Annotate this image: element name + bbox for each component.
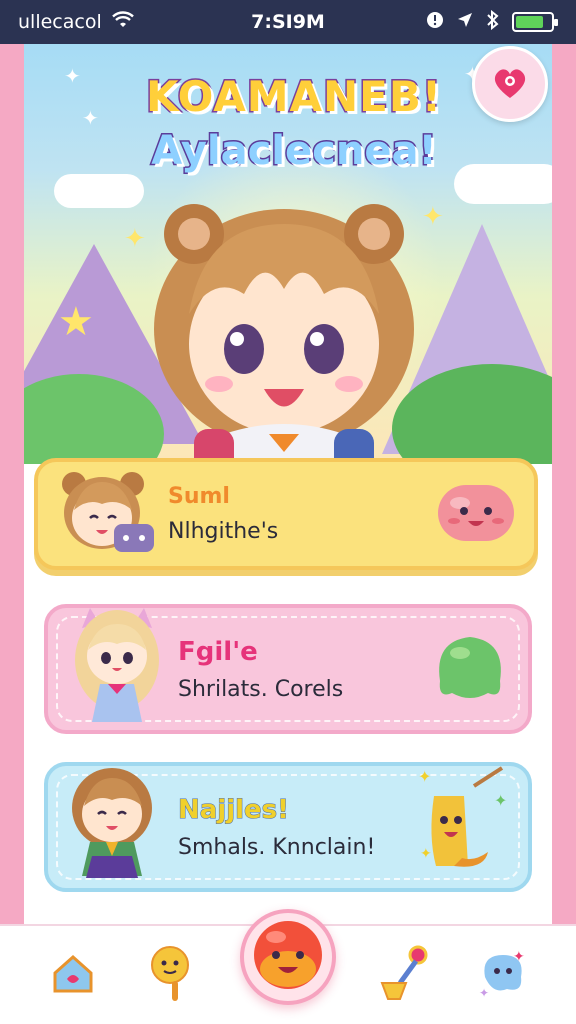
bluetooth-icon (486, 9, 500, 35)
sparkle-icon: ✦ (64, 64, 81, 88)
card-subtitle: Nlhgithe's (168, 519, 279, 544)
status-bar: ullecacol 7:SI9M (0, 0, 576, 44)
carrier-label: ullecacol (18, 11, 102, 33)
tab-treats[interactable] (142, 946, 198, 1003)
card-text: Fgil'e Shrilats. Corels (178, 637, 343, 702)
tab-magic[interactable] (378, 945, 434, 1003)
tab-friends[interactable]: ✦ ✦ (475, 947, 531, 1003)
star-icon: ★ (58, 299, 94, 345)
blonde-cat-girl-avatar (62, 600, 172, 730)
battery-fill (516, 16, 544, 28)
banana-mascot-icon: ✦ ✦ ✦ (414, 766, 510, 880)
location-icon (456, 11, 474, 34)
character-card[interactable]: Fgil'e Shrilats. Corels (44, 604, 532, 734)
svg-text:✦: ✦ (513, 949, 525, 965)
card-subtitle: Shrilats. Corels (178, 676, 344, 702)
home-icon (51, 951, 95, 999)
lollipop-icon (146, 943, 194, 1007)
card-name: Suml (168, 484, 230, 509)
magic-wand-icon (378, 943, 434, 1007)
brown-hair-girl-avatar (52, 458, 162, 568)
winking-girl-avatar (62, 756, 172, 886)
tab-bar: ✦ ✦ (0, 909, 576, 1024)
status-right (426, 9, 558, 35)
card-text: Najjles! Smhals. Knnclain! (177, 794, 376, 860)
card-name: Najjles! (177, 794, 290, 825)
app-title: KOAMANEB! (144, 71, 443, 123)
green-blob-icon (430, 631, 510, 707)
card-text: Suml Nlhgithe's (168, 484, 278, 544)
battery-icon (512, 12, 558, 32)
cloud-left (54, 174, 144, 208)
alarm-icon (426, 11, 444, 34)
svg-text:✦: ✦ (494, 791, 507, 810)
app-screen: ✦ ✦ ✦ ✦ ✦ ★ KOAMANEB! Aylaclecnea! (24, 44, 552, 924)
favorite-button[interactable] (472, 46, 548, 122)
svg-text:✦: ✦ (420, 846, 432, 862)
pink-blob-icon (436, 481, 516, 547)
card-subtitle: Smhals. Knnclain! (178, 834, 376, 860)
wifi-icon (111, 10, 134, 34)
svg-text:✦: ✦ (418, 767, 431, 786)
character-card[interactable]: Suml Nlhgithe's (34, 458, 538, 570)
tab-home[interactable] (45, 947, 101, 1003)
hero-banner: ✦ ✦ ✦ ✦ ✦ ★ KOAMANEB! Aylaclecnea! (24, 44, 552, 464)
hero-character (134, 184, 434, 464)
character-card[interactable]: Najjles! Smhals. Knnclain! ✦ ✦ ✦ (44, 762, 532, 892)
tab-main[interactable] (239, 909, 336, 1005)
card-name: Fgil'e (178, 636, 258, 667)
status-left: ullecacol (18, 10, 134, 34)
svg-text:✦: ✦ (479, 986, 489, 999)
sparkle-blob-icon: ✦ ✦ (477, 947, 529, 1003)
app-frame: ✦ ✦ ✦ ✦ ✦ ★ KOAMANEB! Aylaclecnea! (0, 44, 576, 924)
app-subtitle: Aylaclecnea! (150, 127, 438, 176)
smiley-center-icon (248, 915, 328, 999)
heart-candy-icon (490, 64, 530, 104)
